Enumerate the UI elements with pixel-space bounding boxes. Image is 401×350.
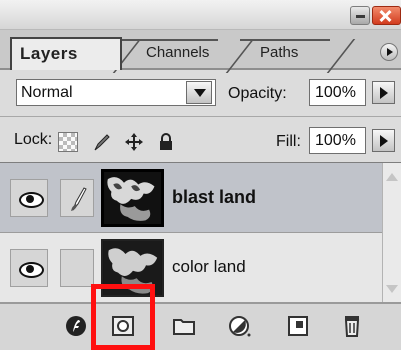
adjustment-layer-icon[interactable] bbox=[228, 314, 252, 338]
lock-pixels-icon[interactable] bbox=[92, 132, 112, 152]
layers-panel: Channels Paths Layers Normal Opacity: 10… bbox=[0, 0, 401, 350]
eye-icon[interactable] bbox=[10, 179, 48, 217]
fill-label: Fill: bbox=[276, 133, 301, 150]
lock-transparency-icon[interactable] bbox=[58, 132, 78, 152]
lock-all-icon[interactable] bbox=[156, 132, 176, 152]
fill-slider-arrow-icon[interactable] bbox=[372, 129, 395, 152]
layer-link-cell[interactable] bbox=[60, 179, 94, 217]
layer-name[interactable]: blast land bbox=[172, 187, 256, 208]
chevron-down-icon[interactable] bbox=[186, 81, 212, 104]
layer-thumbnail bbox=[101, 169, 164, 227]
layer-thumbnail bbox=[101, 239, 164, 297]
tab-layers[interactable]: Layers bbox=[10, 37, 122, 70]
eye-icon[interactable] bbox=[10, 249, 48, 287]
layer-name[interactable]: color land bbox=[172, 257, 246, 277]
layers-list: blast land color land bbox=[0, 162, 401, 303]
scroll-down-icon[interactable] bbox=[386, 285, 398, 293]
bottom-toolbar bbox=[0, 302, 401, 350]
lock-row: Lock: Fill: 100% bbox=[0, 118, 401, 162]
layer-link-cell[interactable] bbox=[60, 249, 94, 287]
brush-icon bbox=[71, 187, 87, 211]
minimize-button[interactable] bbox=[350, 6, 370, 25]
opacity-label: Opacity: bbox=[228, 85, 287, 102]
layer-row-blast-land[interactable]: blast land bbox=[0, 163, 382, 233]
divider bbox=[0, 116, 401, 117]
layer-style-icon[interactable] bbox=[64, 314, 88, 338]
scrollbar[interactable] bbox=[382, 163, 401, 303]
scroll-up-icon[interactable] bbox=[386, 173, 398, 181]
trash-icon[interactable] bbox=[340, 314, 364, 338]
lock-position-icon[interactable] bbox=[124, 132, 144, 152]
new-layer-icon[interactable] bbox=[286, 314, 310, 338]
blend-row: Normal Opacity: 100% bbox=[0, 70, 401, 114]
lock-label: Lock: bbox=[14, 131, 53, 148]
tab-strip: Channels Paths Layers bbox=[0, 30, 401, 73]
add-mask-icon[interactable] bbox=[111, 314, 135, 338]
panel-menu-arrow-icon[interactable] bbox=[380, 43, 398, 61]
opacity-field[interactable]: 100% bbox=[309, 79, 366, 106]
layer-row-color-land[interactable]: color land bbox=[0, 233, 382, 303]
opacity-slider-arrow-icon[interactable] bbox=[372, 81, 395, 104]
close-button[interactable] bbox=[372, 6, 401, 25]
title-bar bbox=[0, 0, 401, 30]
new-group-icon[interactable] bbox=[172, 314, 196, 338]
fill-field[interactable]: 100% bbox=[309, 127, 366, 154]
